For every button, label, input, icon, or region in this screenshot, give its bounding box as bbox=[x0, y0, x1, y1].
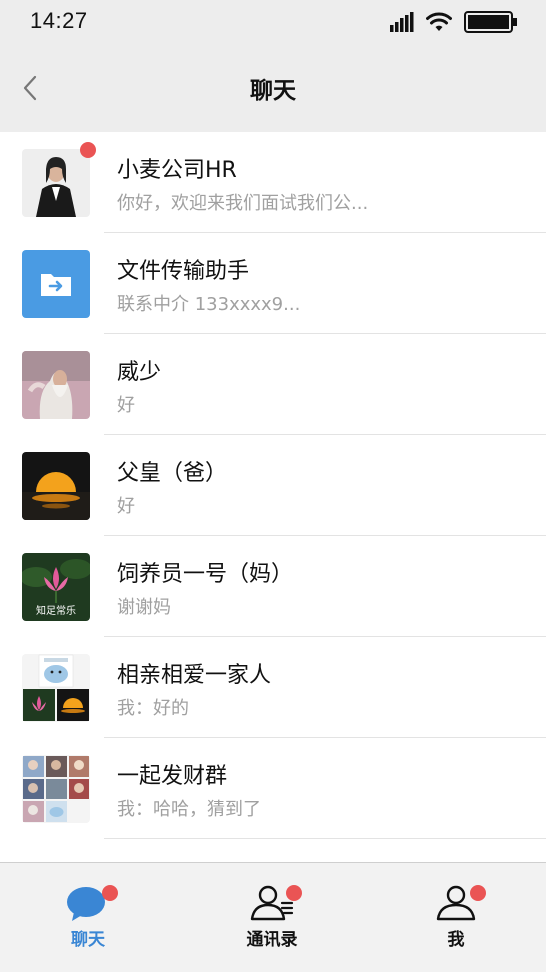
unread-dot bbox=[80, 142, 96, 158]
chat-preview: 你好，欢迎来我们面试我们公... bbox=[117, 193, 369, 214]
avatar bbox=[22, 452, 90, 520]
tab-label: 聊天 bbox=[71, 930, 105, 950]
chat-preview: 好 bbox=[117, 496, 135, 517]
chat-preview: 我：哈哈，猜到了 bbox=[117, 799, 261, 820]
chat-item-family-group[interactable]: 相亲相爱一家人 我：好的 bbox=[0, 637, 546, 738]
avatar bbox=[22, 149, 90, 217]
page-title: 聊天 bbox=[250, 78, 296, 104]
chat-preview: 联系中介 133xxxx9... bbox=[117, 294, 301, 315]
chat-name: 威少 bbox=[117, 360, 162, 385]
chat-item-file-helper[interactable]: 文件传输助手 联系中介 133xxxx9... bbox=[0, 233, 546, 334]
tab-label: 我 bbox=[447, 930, 465, 950]
chat-name: 饲养员一号（妈） bbox=[117, 562, 294, 587]
avatar bbox=[22, 250, 90, 318]
chat-preview: 谢谢妈 bbox=[117, 597, 171, 618]
tab-bar: 聊天 通讯录 我 bbox=[0, 862, 546, 972]
battery-icon bbox=[464, 11, 517, 33]
tab-badge-dot bbox=[470, 885, 486, 901]
tab-label: 通讯录 bbox=[246, 930, 298, 950]
chat-item-father[interactable]: 父皇（爸） 好 bbox=[0, 435, 546, 536]
chat-preview: 我：好的 bbox=[117, 698, 189, 719]
status-time: 14:27 bbox=[30, 8, 88, 33]
chat-item-xiaomai-hr[interactable]: 小麦公司HR 你好，欢迎来我们面试我们公... bbox=[0, 132, 546, 233]
avatar bbox=[22, 351, 90, 419]
status-icons bbox=[390, 10, 518, 34]
chat-name: 父皇（爸） bbox=[117, 461, 228, 486]
chat-item-fortune-group[interactable]: 一起发财群 我：哈哈，猜到了 bbox=[0, 738, 546, 839]
chat-preview: 好 bbox=[117, 395, 135, 416]
chat-name: 文件传输助手 bbox=[117, 259, 250, 284]
divider bbox=[104, 838, 546, 839]
chat-list: 小麦公司HR 你好，欢迎来我们面试我们公... 文件传输助手 联系中介 133x… bbox=[0, 132, 546, 862]
group-avatar bbox=[22, 654, 90, 722]
tab-badge-dot bbox=[286, 885, 302, 901]
tab-badge-dot bbox=[102, 885, 118, 901]
nav-bar: 聊天 bbox=[0, 44, 546, 132]
wifi-icon bbox=[426, 12, 452, 31]
chat-item-mother[interactable]: 知足常乐 饲养员一号（妈） 谢谢妈 bbox=[0, 536, 546, 637]
avatar: 知足常乐 bbox=[22, 553, 90, 621]
chat-name: 小麦公司HR bbox=[117, 158, 237, 183]
chat-name: 相亲相爱一家人 bbox=[117, 663, 272, 688]
status-bar: 14:27 bbox=[0, 0, 546, 44]
signal-icon bbox=[390, 12, 414, 32]
chat-item-weishao[interactable]: 威少 好 bbox=[0, 334, 546, 435]
tab-chats[interactable]: 聊天 bbox=[28, 863, 148, 972]
group-avatar bbox=[22, 755, 90, 823]
chat-name: 一起发财群 bbox=[117, 764, 228, 789]
tab-contacts[interactable]: 通讯录 bbox=[212, 863, 332, 972]
avatar-caption: 知足常乐 bbox=[36, 606, 76, 617]
tab-me[interactable]: 我 bbox=[396, 863, 516, 972]
